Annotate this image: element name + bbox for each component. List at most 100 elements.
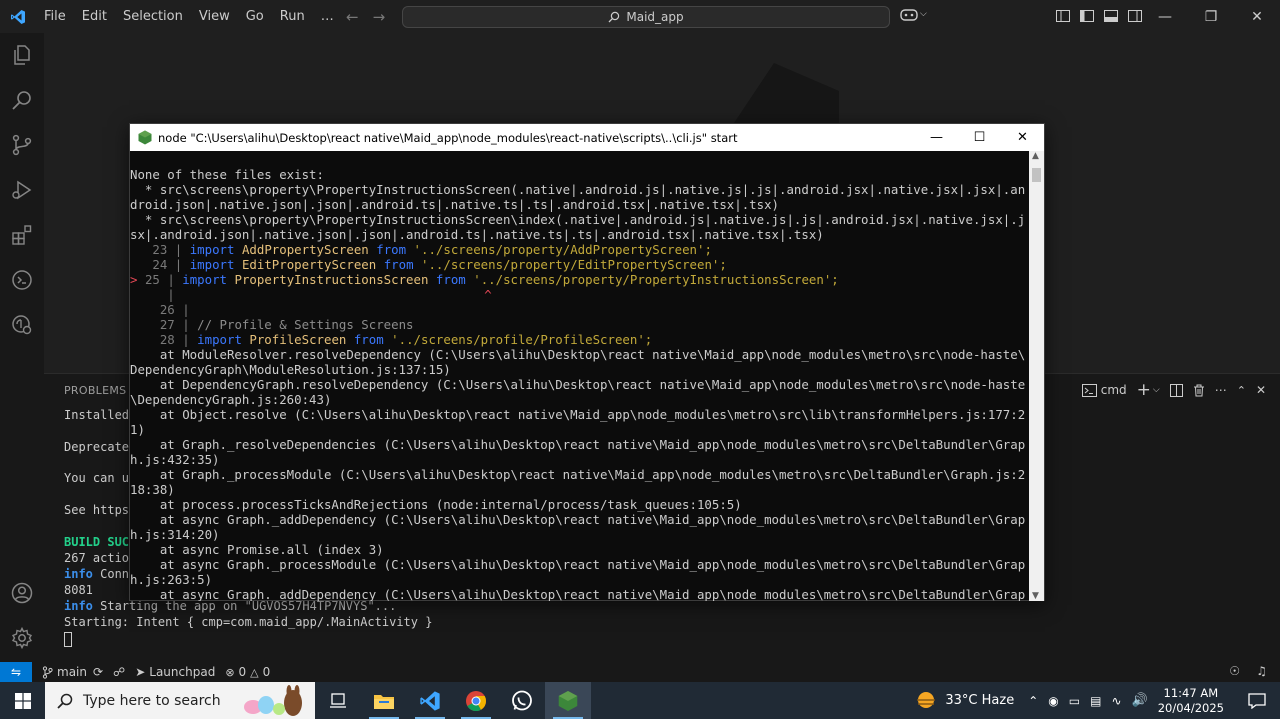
maximize-panel-icon[interactable]: ⌃ bbox=[1237, 384, 1246, 397]
launchpad-indicator[interactable]: ➤ Launchpad bbox=[135, 665, 215, 679]
command-center[interactable]: Maid_app bbox=[402, 6, 890, 28]
stack-line: at async Graph._addDependency (C:\Users\… bbox=[130, 587, 1026, 601]
run-debug-icon[interactable] bbox=[10, 178, 34, 202]
problems-indicator[interactable]: ⊗ 0 △ 0 bbox=[225, 665, 270, 679]
weather-widget[interactable]: 33°C Haze bbox=[915, 691, 1014, 711]
menu-file[interactable]: File bbox=[36, 0, 74, 33]
notifications-bell-icon[interactable]: ♫ bbox=[1256, 664, 1267, 678]
cmd-line: sx|.android.json|.native.json|.json|.and… bbox=[130, 227, 824, 242]
start-button[interactable] bbox=[0, 682, 45, 719]
scroll-thumb[interactable] bbox=[1032, 168, 1041, 182]
notifications-button[interactable] bbox=[1234, 682, 1280, 719]
more-actions-icon[interactable]: ⋯ bbox=[1215, 383, 1227, 397]
chrome-app[interactable] bbox=[453, 682, 499, 719]
error-icon: ⊗ bbox=[225, 665, 235, 679]
folder-icon bbox=[374, 694, 394, 709]
show-hidden-icons-icon[interactable]: ⌃ bbox=[1028, 694, 1038, 708]
menu-go[interactable]: Go bbox=[238, 0, 272, 33]
vscode-app[interactable] bbox=[407, 682, 453, 719]
battery-icon[interactable]: ▭ bbox=[1069, 694, 1080, 708]
cmd-minimize-button[interactable]: — bbox=[915, 124, 958, 151]
nodejs-icon bbox=[558, 690, 578, 711]
remote-explorer-icon[interactable] bbox=[10, 268, 34, 292]
extensions-icon[interactable] bbox=[10, 223, 34, 247]
docker-icon[interactable] bbox=[10, 313, 34, 337]
menu-edit[interactable]: Edit bbox=[74, 0, 115, 33]
rocket-icon: ➤ bbox=[135, 665, 146, 679]
toggle-sidebar-icon[interactable] bbox=[1079, 8, 1095, 24]
forward-arrow-icon[interactable]: → bbox=[373, 8, 386, 26]
branch-name: main bbox=[57, 665, 87, 679]
source-control-icon[interactable] bbox=[10, 133, 34, 157]
file-explorer-app[interactable] bbox=[361, 682, 407, 719]
stack-line: at async Graph._processModule (C:\Users\… bbox=[130, 557, 1026, 572]
branch-indicator[interactable]: main ⟳ bbox=[42, 665, 103, 679]
explorer-icon[interactable] bbox=[10, 43, 34, 67]
toggle-panel-icon[interactable] bbox=[1103, 8, 1119, 24]
accounts-icon[interactable] bbox=[10, 581, 34, 605]
cmd-close-button[interactable]: ✕ bbox=[1001, 124, 1044, 151]
search-icon[interactable] bbox=[10, 88, 34, 112]
cmd-output[interactable]: None of these files exist: * src\screens… bbox=[130, 151, 1030, 601]
cmd-scrollbar[interactable]: ▲ ▼ bbox=[1029, 151, 1044, 601]
git-branch-icon bbox=[42, 665, 53, 679]
warning-count: 0 bbox=[262, 665, 271, 679]
restore-button[interactable]: ❐ bbox=[1188, 0, 1234, 33]
nodejs-app[interactable] bbox=[545, 682, 591, 719]
customize-layout-icon[interactable] bbox=[1055, 8, 1071, 24]
search-placeholder: Type here to search bbox=[83, 692, 221, 709]
meet-now-icon[interactable]: ◉ bbox=[1048, 694, 1058, 708]
easter-eggs-icon bbox=[244, 685, 302, 716]
stack-line: at DependencyGraph.resolveDependency (C:… bbox=[130, 377, 1026, 392]
remote-indicator[interactable]: ⇋ bbox=[0, 662, 32, 682]
copilot-status-icon[interactable]: ☉ bbox=[1229, 664, 1240, 678]
terminal-line: Starting: Intent { cmp=com.maid_app/.Mai… bbox=[64, 615, 433, 629]
scroll-down-icon[interactable]: ▼ bbox=[1032, 591, 1039, 601]
close-panel-icon[interactable]: ✕ bbox=[1256, 383, 1266, 397]
menu-run[interactable]: Run bbox=[272, 0, 313, 33]
trash-icon[interactable] bbox=[1193, 384, 1205, 397]
toggle-secondary-sidebar-icon[interactable] bbox=[1127, 8, 1143, 24]
menu-selection[interactable]: Selection bbox=[115, 0, 191, 33]
git-graph-icon: ☍ bbox=[113, 665, 126, 679]
terminal-line: info Conne bbox=[64, 567, 136, 583]
cmd-line: * src\screens\property\PropertyInstructi… bbox=[130, 212, 1026, 227]
volume-icon[interactable]: 🔊 bbox=[1132, 693, 1148, 708]
cmd-maximize-button[interactable]: ☐ bbox=[958, 124, 1001, 151]
clock[interactable]: 11:47 AM 20/04/2025 bbox=[1158, 686, 1224, 716]
cmd-title-bar[interactable]: node "C:\Users\alihu\Desktop\react nativ… bbox=[130, 124, 1044, 151]
back-arrow-icon[interactable]: ← bbox=[346, 8, 359, 26]
error-caret: ^ bbox=[484, 287, 492, 302]
chevron-down-icon[interactable]: ⌵ bbox=[1153, 385, 1160, 395]
taskbar-search-box[interactable]: Type here to search bbox=[45, 682, 315, 719]
stack-line: \DependencyGraph.js:260:43) bbox=[130, 392, 332, 407]
stack-line: at async Promise.all (index 3) bbox=[130, 542, 384, 557]
wifi-icon[interactable]: ∿ bbox=[1111, 694, 1121, 708]
copilot-button[interactable]: ⌵ bbox=[900, 7, 927, 21]
git-graph-indicator[interactable]: ☍ bbox=[113, 665, 125, 679]
menu-more[interactable]: … bbox=[313, 0, 342, 33]
code-line: 26 | bbox=[159, 302, 190, 317]
terminal-cursor bbox=[64, 632, 72, 647]
cmd-window[interactable]: node "C:\Users\alihu\Desktop\react nativ… bbox=[129, 123, 1045, 601]
display-icon[interactable]: ▤ bbox=[1090, 694, 1101, 708]
whatsapp-app[interactable] bbox=[499, 682, 545, 719]
settings-gear-icon[interactable] bbox=[10, 626, 34, 650]
terminal-name[interactable]: cmd bbox=[1101, 383, 1127, 397]
new-terminal-icon[interactable]: + bbox=[1137, 380, 1151, 400]
terminal-line: info Starting the app on "UGVOS57H4TP7NV… bbox=[64, 599, 396, 615]
terminal-line: You can us bbox=[64, 471, 137, 485]
chevron-down-icon: ⌵ bbox=[920, 9, 927, 19]
terminal-line: Installed bbox=[64, 408, 130, 422]
notification-center-icon bbox=[1248, 692, 1266, 709]
menu-view[interactable]: View bbox=[191, 0, 238, 33]
close-button[interactable]: ✕ bbox=[1234, 0, 1280, 33]
scroll-up-icon[interactable]: ▲ bbox=[1032, 151, 1039, 161]
stack-line: at Graph._processModule (C:\Users\alihu\… bbox=[130, 467, 1026, 482]
title-bar: File Edit Selection View Go Run … ← → Ma… bbox=[0, 0, 1280, 33]
tab-problems[interactable]: PROBLEMS bbox=[64, 384, 126, 397]
task-view-button[interactable] bbox=[315, 682, 361, 719]
split-terminal-icon[interactable] bbox=[1169, 383, 1183, 397]
sync-icon[interactable]: ⟳ bbox=[93, 665, 103, 679]
minimize-button[interactable]: — bbox=[1142, 0, 1188, 33]
